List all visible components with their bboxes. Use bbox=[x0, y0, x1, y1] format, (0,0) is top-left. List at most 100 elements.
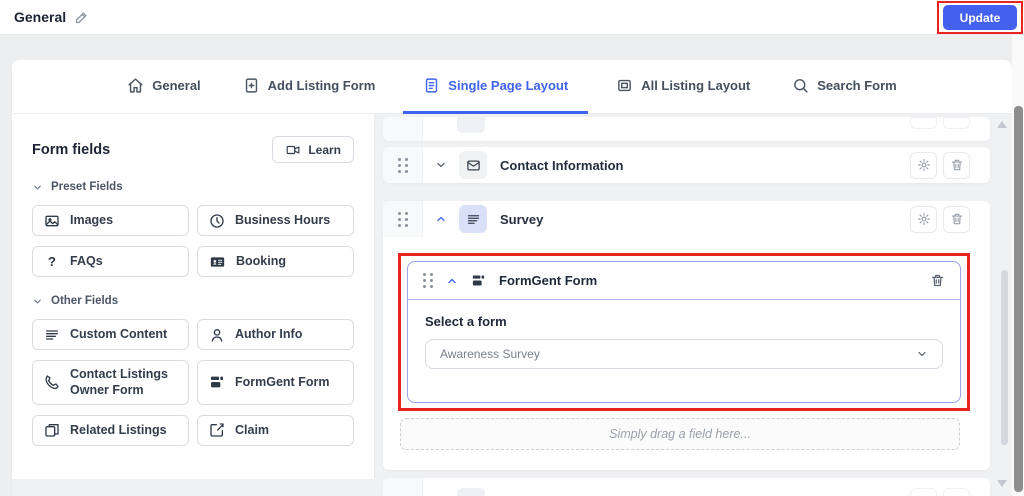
chevron-up-icon[interactable] bbox=[423, 213, 459, 225]
delete-button[interactable] bbox=[943, 152, 970, 179]
page-scrollbar-track[interactable] bbox=[1012, 35, 1024, 496]
image-icon bbox=[44, 213, 60, 229]
drag-handle-icon bbox=[398, 158, 408, 173]
field-row-partial-top bbox=[383, 117, 990, 141]
field-icon bbox=[457, 488, 485, 496]
field-label: Related Listings bbox=[70, 422, 167, 438]
question-icon: ? bbox=[44, 254, 60, 270]
settings-button[interactable] bbox=[910, 117, 937, 129]
envelope-icon bbox=[459, 151, 487, 179]
tab-bar: General Add Listing Form Single Page Lay… bbox=[12, 60, 1012, 114]
field-label: Images bbox=[70, 212, 113, 228]
formgent-form-header: FormGent Form bbox=[408, 262, 960, 300]
settings-button[interactable] bbox=[910, 152, 937, 179]
clock-icon bbox=[209, 213, 225, 229]
edit-icon bbox=[209, 422, 225, 438]
scroll-up-arrow-icon[interactable] bbox=[997, 121, 1007, 128]
field-button-author-info[interactable]: Author Info bbox=[197, 319, 354, 350]
form-fields-sidebar: Form fields Learn Preset Fields bbox=[12, 114, 375, 479]
field-button-booking[interactable]: Booking bbox=[197, 246, 354, 277]
search-icon bbox=[792, 77, 809, 94]
chevron-down-icon bbox=[916, 348, 928, 360]
field-button-contact-listings-owner-form[interactable]: Contact Listings Owner Form bbox=[32, 360, 189, 405]
scroll-down-arrow-icon[interactable] bbox=[997, 480, 1007, 487]
tab-label: Add Listing Form bbox=[268, 78, 376, 93]
learn-button[interactable]: Learn bbox=[272, 136, 354, 163]
drag-handle[interactable] bbox=[383, 117, 423, 141]
drag-handle[interactable] bbox=[383, 147, 423, 183]
settings-button[interactable] bbox=[910, 206, 937, 233]
delete-button[interactable] bbox=[943, 488, 970, 496]
page-title: General bbox=[14, 9, 66, 25]
group-label: Other Fields bbox=[51, 295, 118, 307]
formgent-icon bbox=[471, 273, 486, 288]
top-bar: General Update bbox=[0, 0, 1024, 35]
drag-handle-icon[interactable] bbox=[423, 273, 433, 288]
field-icon bbox=[457, 117, 485, 133]
field-button-claim[interactable]: Claim bbox=[197, 415, 354, 446]
drag-handle[interactable] bbox=[383, 201, 423, 237]
field-button-custom-content[interactable]: Custom Content bbox=[32, 319, 189, 350]
tab-label: All Listing Layout bbox=[641, 78, 750, 93]
formgent-form-card: FormGent Form Select a form Awareness Su… bbox=[407, 261, 961, 403]
id-card-icon bbox=[209, 254, 226, 270]
chevron-down-icon bbox=[32, 296, 43, 307]
field-button-faqs[interactable]: ? FAQs bbox=[32, 246, 189, 277]
tab-add-listing-form[interactable]: Add Listing Form bbox=[229, 60, 390, 114]
field-label: Claim bbox=[235, 422, 269, 438]
text-lines-icon bbox=[459, 205, 487, 233]
card-body: Form fields Learn Preset Fields bbox=[12, 114, 1012, 496]
person-icon bbox=[209, 327, 225, 343]
field-label: Custom Content bbox=[70, 326, 167, 342]
drop-zone-text: Simply drag a field here... bbox=[609, 427, 751, 441]
inner-scrollbar-thumb[interactable] bbox=[1001, 270, 1008, 445]
tab-label: Search Form bbox=[817, 78, 896, 93]
file-plus-icon bbox=[243, 77, 260, 94]
tab-single-page-layout[interactable]: Single Page Layout bbox=[403, 60, 588, 114]
layout-icon bbox=[616, 77, 633, 94]
form-select-value: Awareness Survey bbox=[440, 347, 540, 361]
copy-icon bbox=[44, 422, 60, 438]
delete-button[interactable] bbox=[943, 117, 970, 129]
chevron-up-icon[interactable] bbox=[446, 275, 458, 287]
svg-text:?: ? bbox=[48, 254, 56, 269]
tab-all-listing-layout[interactable]: All Listing Layout bbox=[602, 60, 764, 114]
update-button[interactable]: Update bbox=[943, 5, 1018, 30]
text-lines-icon bbox=[44, 327, 60, 343]
tab-general[interactable]: General bbox=[113, 60, 214, 114]
drag-handle-icon bbox=[398, 212, 408, 227]
field-button-images[interactable]: Images bbox=[32, 205, 189, 236]
field-label: FormGent Form bbox=[235, 374, 329, 390]
group-other-fields[interactable]: Other Fields bbox=[32, 295, 354, 307]
file-lines-icon bbox=[423, 77, 440, 94]
field-label: Business Hours bbox=[235, 212, 330, 228]
settings-button[interactable] bbox=[910, 488, 937, 496]
delete-button[interactable] bbox=[943, 206, 970, 233]
field-button-related-listings[interactable]: Related Listings bbox=[32, 415, 189, 446]
annotation-box-update: Update bbox=[937, 1, 1023, 34]
field-row-contact-information: Contact Information bbox=[383, 147, 990, 183]
field-button-formgent-form[interactable]: FormGent Form bbox=[197, 360, 354, 405]
annotation-box-formgent: FormGent Form Select a form Awareness Su… bbox=[398, 253, 970, 411]
phone-icon bbox=[44, 374, 60, 390]
tab-search-form[interactable]: Search Form bbox=[778, 60, 910, 114]
field-label: Contact Listings Owner Form bbox=[70, 366, 177, 399]
field-button-business-hours[interactable]: Business Hours bbox=[197, 205, 354, 236]
chevron-down-icon bbox=[32, 182, 43, 193]
page-scrollbar-thumb[interactable] bbox=[1014, 106, 1023, 492]
drop-zone[interactable]: Simply drag a field here... bbox=[400, 418, 960, 450]
field-row-label: Contact Information bbox=[500, 158, 624, 173]
chevron-down-icon[interactable] bbox=[423, 159, 459, 171]
form-select[interactable]: Awareness Survey bbox=[425, 339, 943, 369]
formgent-form-title: FormGent Form bbox=[499, 273, 597, 288]
group-preset-fields[interactable]: Preset Fields bbox=[32, 181, 354, 193]
sidebar-title: Form fields bbox=[32, 142, 110, 158]
layout-builder-canvas: Contact Information bbox=[375, 114, 1012, 496]
select-form-label: Select a form bbox=[425, 314, 943, 329]
field-group-survey: Survey bbox=[383, 201, 990, 470]
pencil-icon[interactable] bbox=[74, 10, 89, 25]
delete-button[interactable] bbox=[930, 273, 945, 288]
drag-handle[interactable] bbox=[383, 478, 423, 496]
learn-label: Learn bbox=[308, 143, 341, 157]
tab-label: Single Page Layout bbox=[448, 78, 568, 93]
